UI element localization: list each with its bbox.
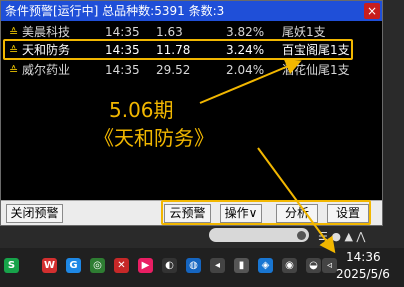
button-highlight-box <box>161 200 371 225</box>
window-title: 条件预警[运行中] 总品种数:5391 条数:3 <box>1 1 382 21</box>
app-red-icon[interactable]: ✕ <box>114 258 129 273</box>
annotation-date: 5.06期 <box>109 98 174 122</box>
wechat-icon[interactable]: ◎ <box>90 258 105 273</box>
alert-window: 条件预警[运行中] 总品种数:5391 条数:3 × ≙ 美晨科技 14:35 … <box>0 0 383 226</box>
clock-time[interactable]: 14:36 <box>346 250 381 264</box>
input-method-bar[interactable] <box>209 228 309 242</box>
input-method-icon[interactable]: ◃ <box>322 258 337 273</box>
tray-overflow-icons[interactable]: ☰ ● ▲ ⋀ <box>318 230 365 244</box>
app-blue-icon[interactable]: ◍ <box>186 258 201 273</box>
stock-price: 29.52 <box>156 63 191 77</box>
change-percent: 2.04% <box>226 63 265 77</box>
close-alert-button[interactable]: 关闭预警 <box>6 204 63 223</box>
app-s-icon[interactable]: S <box>4 258 19 273</box>
ime-indicator-icon <box>297 231 306 240</box>
volume-icon[interactable]: ◒ <box>306 258 321 273</box>
stock-name: 威尔药业 <box>22 63 71 77</box>
annotation-stock-name: 《天和防务》 <box>94 126 214 150</box>
list-item[interactable]: ≙ 威尔药业 14:35 29.52 2.04% 酒花仙尾1支 <box>1 61 382 80</box>
usb-icon[interactable]: ▮ <box>234 258 249 273</box>
shield-icon[interactable]: ◈ <box>258 258 273 273</box>
wps-icon[interactable]: W <box>42 258 57 273</box>
browser-icon[interactable]: G <box>66 258 81 273</box>
wifi-icon[interactable]: ◉ <box>282 258 297 273</box>
speaker-icon[interactable]: ◂ <box>210 258 225 273</box>
clock-date[interactable]: 2025/5/6 <box>336 267 390 281</box>
alert-time: 14:35 <box>105 63 140 77</box>
media-icon[interactable]: ▶ <box>138 258 153 273</box>
up-arrow-icon: ≙ <box>9 64 19 77</box>
close-icon[interactable]: × <box>364 3 380 19</box>
highlight-box <box>3 39 353 60</box>
qq-icon[interactable]: ◐ <box>162 258 177 273</box>
signal-name: 酒花仙尾1支 <box>282 63 350 77</box>
